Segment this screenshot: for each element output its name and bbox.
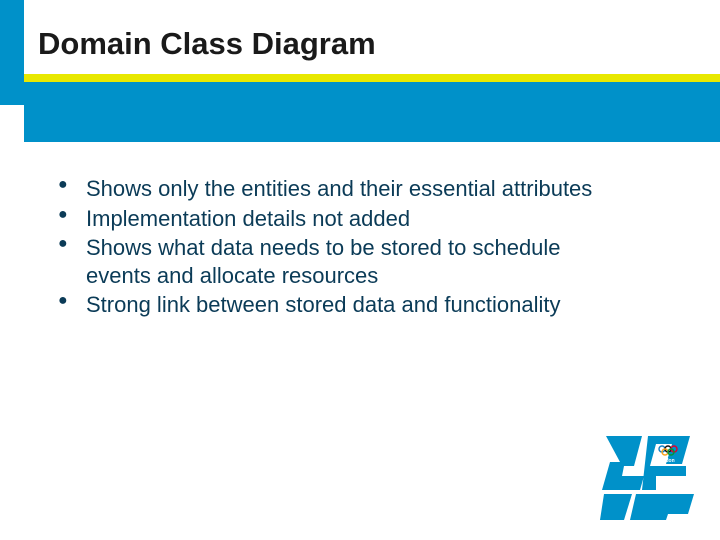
- list-item: Shows what data needs to be stored to sc…: [58, 234, 620, 289]
- title-area: Domain Class Diagram: [38, 26, 690, 62]
- list-item: Implementation details not added: [58, 205, 620, 233]
- yellow-divider: [24, 74, 720, 82]
- blue-header-band: [24, 82, 720, 142]
- london-2012-logo-icon: london: [600, 432, 700, 522]
- slide: Domain Class Diagram Shows only the enti…: [0, 0, 720, 540]
- side-accent-band: [0, 0, 24, 105]
- list-item: Strong link between stored data and func…: [58, 291, 620, 319]
- slide-title: Domain Class Diagram: [38, 26, 690, 62]
- list-item: Shows only the entities and their essent…: [58, 175, 620, 203]
- bullet-list: Shows only the entities and their essent…: [58, 175, 620, 319]
- content-area: Shows only the entities and their essent…: [58, 175, 620, 321]
- svg-text:london: london: [658, 458, 675, 464]
